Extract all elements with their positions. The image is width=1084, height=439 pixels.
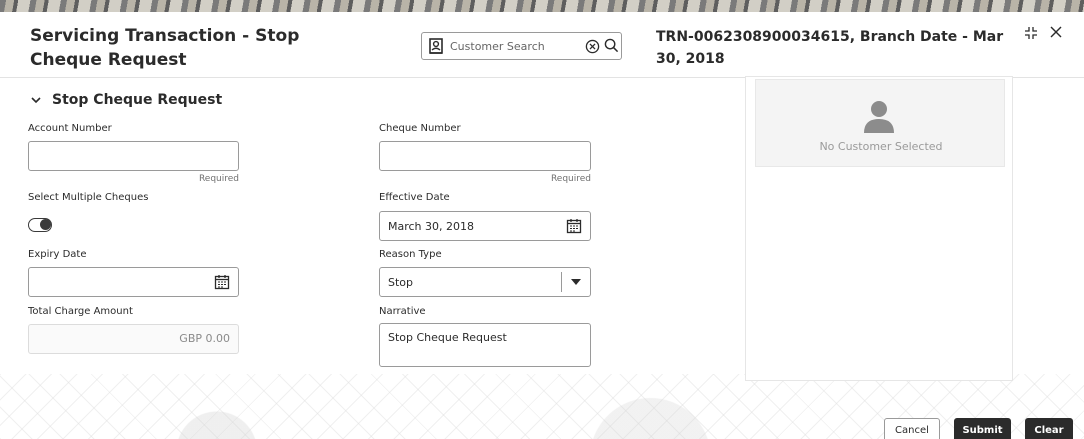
account-number-required: Required [198,174,239,184]
submit-button[interactable]: Submit [954,418,1011,439]
expiry-date-field[interactable] [28,267,239,297]
customer-panel: No Customer Selected [745,76,1013,381]
page-header: Servicing Transaction - Stop Cheque Requ… [0,12,1084,78]
clear-button[interactable]: Clear [1025,418,1073,439]
page-title: Servicing Transaction - Stop Cheque Requ… [30,26,300,70]
section-title: Stop Cheque Request [52,92,223,108]
calendar-icon[interactable] [566,218,582,234]
close-icon[interactable] [1049,25,1063,39]
search-icon[interactable] [604,38,619,53]
chevron-down-icon [31,97,41,104]
calendar-icon[interactable] [214,274,230,290]
clear-circle-icon[interactable] [585,39,600,54]
reason-type-label: Reason Type [379,249,442,260]
collapse-icon[interactable] [1024,26,1038,40]
effective-date-label: Effective Date [379,192,450,203]
reason-type-select[interactable]: Stop [379,267,591,297]
avatar-icon [864,101,894,133]
account-number-label: Account Number [28,123,112,134]
total-charge-field: GBP 0.00 [28,324,239,354]
cheque-number-required: Required [550,174,591,184]
toggle-knob [40,219,51,230]
section-toggle[interactable]: Stop Cheque Request [30,90,222,110]
select-multiple-label: Select Multiple Cheques [28,192,149,203]
transaction-info: TRN-0062308900034615, Branch Date - Mar … [656,29,1004,67]
caret-down-icon[interactable] [562,268,590,296]
header-banner [0,0,1084,12]
effective-date-value: March 30, 2018 [388,219,475,233]
cheque-number-label: Cheque Number [379,123,461,134]
narrative-label: Narrative [379,306,426,317]
reason-type-value: Stop [388,275,414,289]
customer-search[interactable] [421,32,622,60]
narrative-textarea[interactable]: Stop Cheque Request [379,323,591,367]
no-customer-text: No Customer Selected [819,140,943,153]
customer-search-input[interactable] [450,36,570,56]
cheque-number-input[interactable] [379,141,591,171]
expiry-date-label: Expiry Date [28,249,87,260]
select-multiple-toggle[interactable] [28,218,52,232]
account-number-input[interactable] [28,141,239,171]
person-search-icon [429,38,443,54]
main-content: Stop Cheque Request Account Number Requi… [0,76,1084,439]
effective-date-field[interactable]: March 30, 2018 [379,211,591,241]
customer-card: No Customer Selected [755,79,1005,167]
cancel-button[interactable]: Cancel [884,418,940,439]
total-charge-label: Total Charge Amount [28,306,133,317]
